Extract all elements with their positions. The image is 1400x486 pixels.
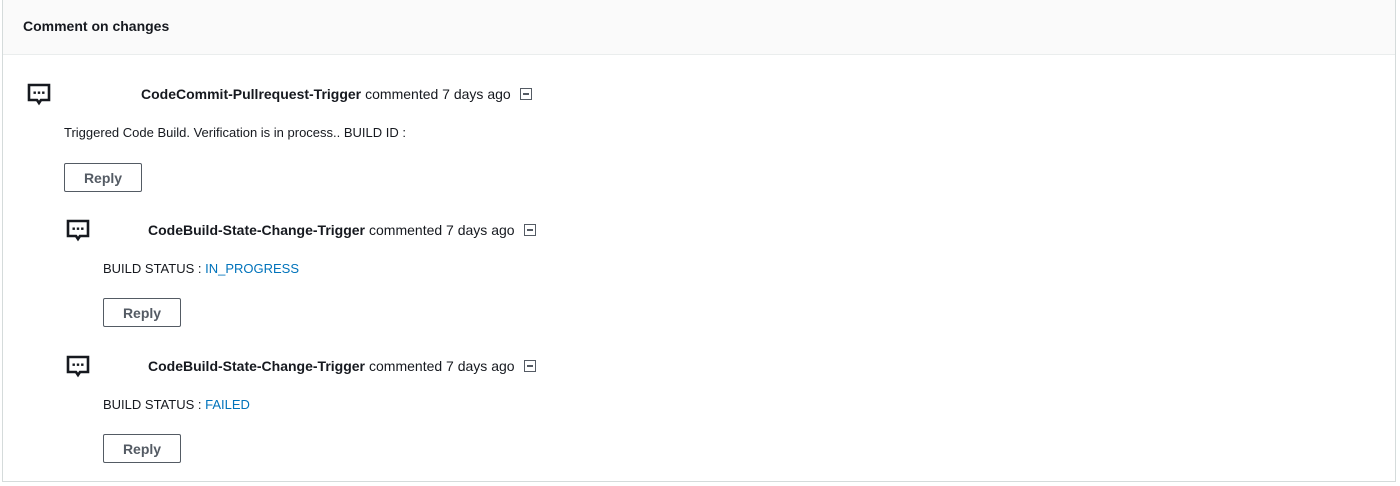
comment-timestamp: commented 7 days ago: [369, 358, 515, 374]
comment-author: CodeCommit-Pullrequest-Trigger: [141, 86, 362, 102]
panel-header: Comment on changes: [3, 0, 1395, 55]
comment-text: Triggered Code Build. Verification is in…: [64, 125, 406, 140]
comment-text: BUILD STATUS :: [103, 261, 206, 276]
build-status-link[interactable]: FAILED: [205, 397, 250, 412]
comment-text: BUILD STATUS :: [103, 397, 206, 412]
reply-button[interactable]: Reply: [103, 434, 181, 463]
comment-bubble-icon: [27, 82, 51, 106]
comment-author: CodeBuild-State-Change-Trigger: [148, 222, 366, 238]
reply-button[interactable]: Reply: [103, 298, 181, 327]
reply-button[interactable]: Reply: [64, 163, 142, 192]
collapse-minus-icon[interactable]: [523, 360, 536, 372]
comment-timestamp: commented 7 days ago: [369, 222, 515, 238]
comment-header: CodeCommit-Pullrequest-Trigger commented…: [141, 86, 532, 102]
comment-body: BUILD STATUS : FAILED: [103, 397, 250, 412]
build-status-link[interactable]: IN_PROGRESS: [205, 261, 299, 276]
comment-header: CodeBuild-State-Change-Trigger commented…: [148, 358, 536, 374]
collapse-minus-icon[interactable]: [519, 88, 532, 100]
collapse-minus-icon[interactable]: [523, 224, 536, 236]
panel-title: Comment on changes: [23, 18, 170, 34]
comment-body: Triggered Code Build. Verification is in…: [64, 125, 406, 140]
comment-bubble-icon: [66, 218, 90, 242]
comment-author: CodeBuild-State-Change-Trigger: [148, 358, 366, 374]
comment-timestamp: commented 7 days ago: [365, 86, 511, 102]
comment-header: CodeBuild-State-Change-Trigger commented…: [148, 222, 536, 238]
comment-bubble-icon: [66, 354, 90, 378]
comment-body: BUILD STATUS : IN_PROGRESS: [103, 261, 299, 276]
comments-panel: Comment on changes CodeCommit-Pullreques…: [2, 0, 1396, 482]
